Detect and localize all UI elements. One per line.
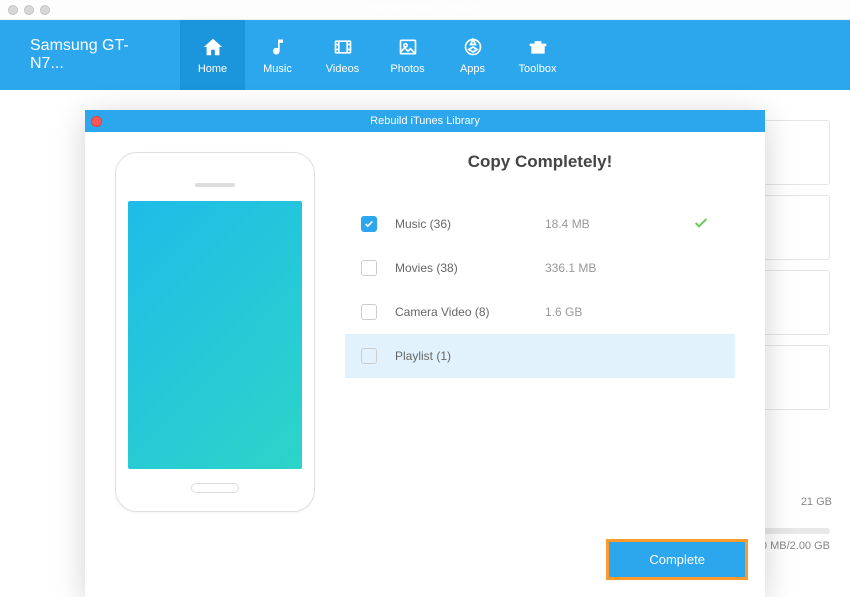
phone-screen [128,201,302,469]
videos-icon [331,35,355,59]
photos-icon [396,35,420,59]
traffic-lights [8,5,50,15]
apps-icon [461,35,485,59]
toolbox-icon [526,35,550,59]
close-icon[interactable] [91,116,102,127]
list-item[interactable]: Movies (38) 336.1 MB [345,246,735,290]
success-icon [693,215,709,234]
tab-label: Toolbox [519,63,557,75]
checkbox[interactable] [361,348,377,364]
item-name: Playlist (1) [395,349,545,363]
checkbox[interactable] [361,260,377,276]
window-close[interactable] [8,5,18,15]
modal-dialog: Rebuild iTunes Library Copy Completely! … [85,110,765,597]
list-item[interactable]: Music (36) 18.4 MB [345,202,735,246]
modal-header: Rebuild iTunes Library [85,110,765,132]
window-maximize[interactable] [40,5,50,15]
item-name: Music (36) [395,217,545,231]
top-nav: Wondershare TunesGo Samsung GT-N7... Hom… [0,20,850,90]
list-item[interactable]: Playlist (1) [345,334,735,378]
tab-label: Home [198,63,227,75]
tab-label: Music [263,63,292,75]
app-title: Wondershare TunesGo [368,2,482,14]
device-name: Samsung GT-N7... [0,37,180,73]
list-item[interactable]: Camera Video (8) 1.6 GB [345,290,735,334]
item-size: 18.4 MB [545,217,645,231]
modal-footer: Complete [85,542,765,597]
nav-tabs: Home Music Videos Photos Apps [180,20,570,90]
item-size: 336.1 MB [545,261,645,275]
tab-label: Apps [460,63,485,75]
item-list: Music (36) 18.4 MB Movies (38 [345,202,735,378]
phone-mockup [115,152,315,512]
main-area: SD Card 210.70 MB/2.00 GB 21 GB Rebuild … [0,90,850,572]
modal-title: Rebuild iTunes Library [370,115,480,127]
tab-label: Videos [326,63,359,75]
tab-videos[interactable]: Videos [310,20,375,90]
music-icon [266,35,290,59]
window-minimize[interactable] [24,5,34,15]
tab-home[interactable]: Home [180,20,245,90]
tab-apps[interactable]: Apps [440,20,505,90]
item-status [645,215,719,234]
tab-toolbox[interactable]: Toolbox [505,20,570,90]
modal-body: Copy Completely! Music (36) 18.4 MB [85,132,765,542]
tab-music[interactable]: Music [245,20,310,90]
storage-side-label: 21 GB [801,496,832,508]
modal-heading: Copy Completely! [345,152,735,172]
phone-speaker [195,183,235,187]
phone-home-button [191,483,239,493]
tab-photos[interactable]: Photos [375,20,440,90]
checkbox[interactable] [361,216,377,232]
checkbox[interactable] [361,304,377,320]
item-size: 1.6 GB [545,305,645,319]
item-name: Camera Video (8) [395,305,545,319]
home-icon [201,35,225,59]
modal-content: Copy Completely! Music (36) 18.4 MB [345,152,735,512]
item-name: Movies (38) [395,261,545,275]
tab-label: Photos [390,63,424,75]
